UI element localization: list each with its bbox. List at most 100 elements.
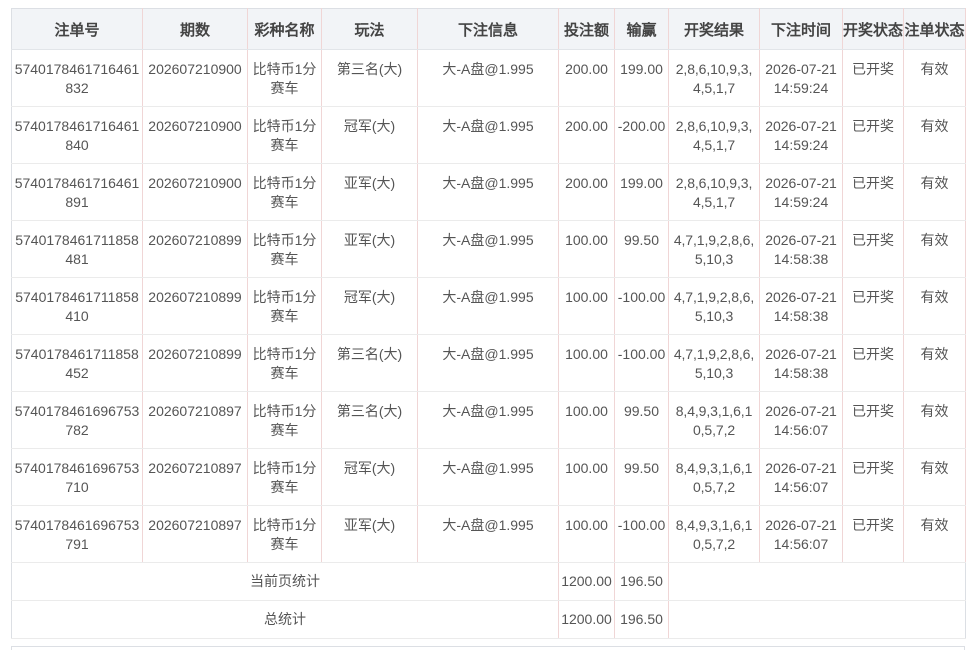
cell-result: 8,4,9,3,1,6,10,5,7,2 [668, 448, 760, 506]
column-header-lottery: 彩种名称 [247, 8, 322, 50]
column-header-amount: 投注额 [558, 8, 615, 50]
cell-order-no: 5740178461716461840 [11, 106, 143, 164]
cell-bet-info: 大-A盘@1.995 [417, 448, 559, 506]
cell-win-loss: -100.00 [614, 334, 669, 392]
column-header-result: 开奖结果 [668, 8, 760, 50]
cell-period: 202607210897 [142, 448, 248, 506]
cell-play: 第三名(大) [321, 334, 418, 392]
cell-draw-status: 已开奖 [842, 277, 904, 335]
cell-result: 2,8,6,10,9,3,4,5,1,7 [668, 49, 760, 107]
table-row: 5740178461716461891 202607210900 比特币1分赛车… [11, 163, 966, 221]
cell-bet-info: 大-A盘@1.995 [417, 163, 559, 221]
cell-period: 202607210899 [142, 277, 248, 335]
cell-amount: 200.00 [558, 49, 615, 107]
cell-amount: 100.00 [558, 505, 615, 563]
cell-amount: 100.00 [558, 448, 615, 506]
column-header-bet-time: 下注时间 [759, 8, 843, 50]
cell-period: 202607210899 [142, 334, 248, 392]
summary-win-loss: 196.50 [614, 562, 669, 601]
cell-order-no: 5740178461696753710 [11, 448, 143, 506]
cell-bet-info: 大-A盘@1.995 [417, 106, 559, 164]
cell-draw-status: 已开奖 [842, 220, 904, 278]
cell-lottery: 比特币1分赛车 [247, 448, 322, 506]
cell-draw-status: 已开奖 [842, 163, 904, 221]
cell-lottery: 比特币1分赛车 [247, 106, 322, 164]
cell-draw-status: 已开奖 [842, 106, 904, 164]
cell-result: 4,7,1,9,2,8,6,5,10,3 [668, 220, 760, 278]
cell-period: 202607210899 [142, 220, 248, 278]
cell-order-no: 5740178461711858410 [11, 277, 143, 335]
table-row: 5740178461696753710 202607210897 比特币1分赛车… [11, 448, 966, 506]
cell-order-status: 有效 [903, 334, 966, 392]
cell-order-no: 5740178461716461891 [11, 163, 143, 221]
cell-amount: 200.00 [558, 163, 615, 221]
cell-result: 8,4,9,3,1,6,10,5,7,2 [668, 391, 760, 449]
cell-lottery: 比特币1分赛车 [247, 49, 322, 107]
summary-amount: 1200.00 [558, 600, 615, 639]
cell-result: 4,7,1,9,2,8,6,5,10,3 [668, 334, 760, 392]
cell-win-loss: -100.00 [614, 505, 669, 563]
cell-lottery: 比特币1分赛车 [247, 505, 322, 563]
cell-bet-time: 2026-07-21 14:58:38 [759, 220, 843, 278]
table-row: 5740178461696753782 202607210897 比特币1分赛车… [11, 391, 966, 449]
cell-play: 亚军(大) [321, 163, 418, 221]
cell-bet-time: 2026-07-21 14:58:38 [759, 334, 843, 392]
table-row: 5740178461711858481 202607210899 比特币1分赛车… [11, 220, 966, 278]
cell-order-no: 5740178461696753791 [11, 505, 143, 563]
cell-order-status: 有效 [903, 505, 966, 563]
cell-result: 2,8,6,10,9,3,4,5,1,7 [668, 106, 760, 164]
table-header-row: 注单号 期数 彩种名称 玩法 下注信息 投注额 输赢 开奖结果 下注时间 开奖状… [11, 8, 966, 50]
cell-draw-status: 已开奖 [842, 505, 904, 563]
column-header-win-loss: 输赢 [614, 8, 669, 50]
cell-win-loss: 199.00 [614, 163, 669, 221]
column-header-draw-status: 开奖状态 [842, 8, 904, 50]
cell-draw-status: 已开奖 [842, 448, 904, 506]
cell-order-status: 有效 [903, 49, 966, 107]
cell-bet-time: 2026-07-21 14:56:07 [759, 505, 843, 563]
summary-label: 总统计 [11, 600, 559, 639]
cell-draw-status: 已开奖 [842, 334, 904, 392]
cell-play: 冠军(大) [321, 277, 418, 335]
cell-bet-info: 大-A盘@1.995 [417, 277, 559, 335]
cell-result: 2,8,6,10,9,3,4,5,1,7 [668, 163, 760, 221]
cell-draw-status: 已开奖 [842, 49, 904, 107]
total-summary-row: 总统计 1200.00 196.50 [11, 600, 966, 639]
cell-period: 202607210897 [142, 505, 248, 563]
cell-order-status: 有效 [903, 391, 966, 449]
cell-win-loss: -100.00 [614, 277, 669, 335]
column-header-period: 期数 [142, 8, 248, 50]
cell-result: 8,4,9,3,1,6,10,5,7,2 [668, 505, 760, 563]
summary-amount: 1200.00 [558, 562, 615, 601]
cell-order-status: 有效 [903, 220, 966, 278]
cell-draw-status: 已开奖 [842, 391, 904, 449]
table-row: 5740178461696753791 202607210897 比特币1分赛车… [11, 505, 966, 563]
cell-amount: 100.00 [558, 277, 615, 335]
cell-bet-time: 2026-07-21 14:58:38 [759, 277, 843, 335]
cell-bet-info: 大-A盘@1.995 [417, 505, 559, 563]
cell-amount: 100.00 [558, 391, 615, 449]
cell-bet-time: 2026-07-21 14:59:24 [759, 49, 843, 107]
cell-order-status: 有效 [903, 448, 966, 506]
cell-order-no: 5740178461711858481 [11, 220, 143, 278]
cell-win-loss: 99.50 [614, 448, 669, 506]
table-row: 5740178461716461832 202607210900 比特币1分赛车… [11, 49, 966, 107]
cell-period: 202607210900 [142, 163, 248, 221]
cell-play: 第三名(大) [321, 391, 418, 449]
cell-win-loss: 199.00 [614, 49, 669, 107]
column-header-order-status: 注单状态 [903, 8, 966, 50]
cell-play: 冠军(大) [321, 106, 418, 164]
cell-lottery: 比特币1分赛车 [247, 391, 322, 449]
cell-order-no: 5740178461716461832 [11, 49, 143, 107]
cell-bet-time: 2026-07-21 14:56:07 [759, 448, 843, 506]
cell-amount: 100.00 [558, 220, 615, 278]
column-header-order-no: 注单号 [11, 8, 143, 50]
cell-win-loss: 99.50 [614, 391, 669, 449]
column-header-play: 玩法 [321, 8, 418, 50]
summary-empty-cell [668, 600, 966, 639]
table-row: 5740178461711858410 202607210899 比特币1分赛车… [11, 277, 966, 335]
cell-bet-info: 大-A盘@1.995 [417, 220, 559, 278]
cell-play: 亚军(大) [321, 220, 418, 278]
column-header-bet-info: 下注信息 [417, 8, 559, 50]
cell-play: 第三名(大) [321, 49, 418, 107]
cell-amount: 100.00 [558, 334, 615, 392]
